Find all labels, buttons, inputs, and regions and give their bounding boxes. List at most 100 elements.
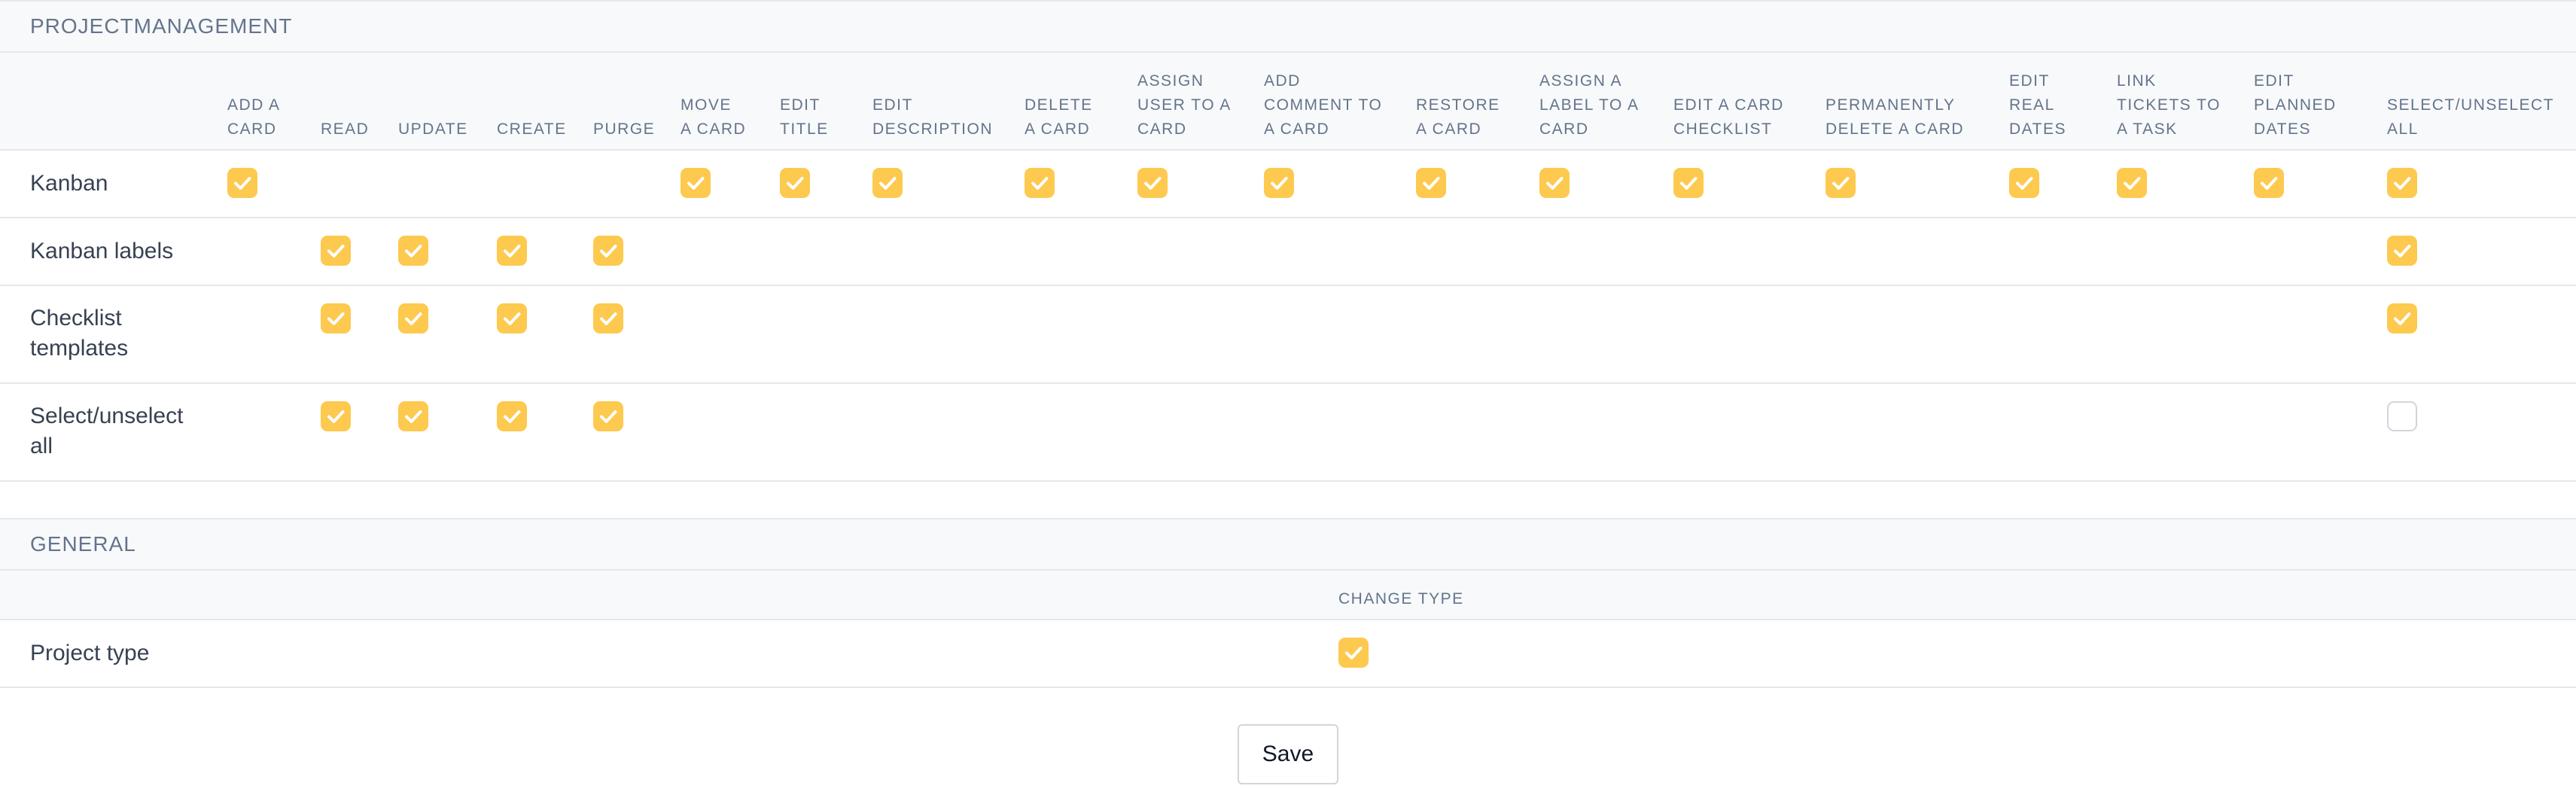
checkmark-icon: [2394, 245, 2411, 257]
checkbox-checked[interactable]: [1137, 168, 1168, 198]
checkbox-checked[interactable]: [227, 168, 257, 198]
checkbox-checked[interactable]: [1338, 638, 1369, 668]
column-header-line: DELETE A CARD: [1825, 120, 1965, 138]
checkmark-icon: [1423, 177, 1440, 190]
column-header-edit-title: EDIT TITLE: [780, 93, 829, 142]
checkmark-icon: [2261, 177, 2278, 190]
checkbox-checked[interactable]: [321, 236, 351, 266]
column-header-add-a-card: ADD A CARD: [227, 93, 281, 142]
column-header-line: EDIT: [2009, 72, 2050, 90]
column-header-line: A CARD: [1416, 120, 1482, 138]
checkbox-checked[interactable]: [2009, 168, 2039, 198]
checkmark-icon: [327, 245, 345, 257]
checkmark-icon: [1680, 177, 1698, 190]
checkbox-checked[interactable]: [1539, 168, 1570, 198]
checkbox-checked[interactable]: [398, 401, 428, 431]
column-header-edit-a-card-checklist: EDIT A CARD CHECKLIST: [1673, 93, 1784, 142]
checkbox-checked[interactable]: [872, 168, 903, 198]
checkbox-checked[interactable]: [1025, 168, 1055, 198]
checkmark-icon: [327, 312, 345, 325]
column-header-line: CARD: [1137, 120, 1187, 138]
permission-row-select-unselect-all: Select/unselect all: [0, 384, 2576, 482]
row-label-line: Project type: [30, 641, 150, 665]
column-header-add-comment-to-a-card: ADD COMMENT TO A CARD: [1264, 69, 1382, 142]
permissions-page: PROJECTMANAGEMENT ADD A CARD READ UPDATE CRE…: [0, 0, 2576, 807]
column-header-line: TICKETS TO: [2117, 96, 2221, 114]
column-header-delete-a-card: DELETE A CARD: [1025, 93, 1093, 142]
save-button[interactable]: Save: [1238, 724, 1338, 784]
checkbox-checked[interactable]: [321, 303, 351, 333]
column-header-line: PERMANENTLY: [1825, 96, 1956, 114]
checkbox-checked[interactable]: [497, 236, 527, 266]
general-header-row: CHANGE TYPE: [0, 571, 2576, 620]
column-header-line: PLANNED: [2254, 96, 2337, 114]
checkbox-checked[interactable]: [321, 401, 351, 431]
checkbox-checked[interactable]: [2387, 168, 2417, 198]
column-header-restore-a-card: RESTORE A CARD: [1416, 93, 1500, 142]
checkmark-icon: [1832, 177, 1850, 190]
checkbox-checked[interactable]: [593, 303, 623, 333]
checkmark-icon: [327, 410, 345, 423]
checkbox-checked[interactable]: [2117, 168, 2147, 198]
permission-row-kanban-labels: Kanban labels: [0, 218, 2576, 286]
checkmark-icon: [879, 177, 897, 190]
row-label-line: Kanban: [30, 171, 108, 196]
column-header-line: USER TO A: [1137, 96, 1232, 114]
checkbox-checked[interactable]: [1416, 168, 1446, 198]
column-header-purge: PURGE: [593, 117, 655, 142]
column-header-select-unselect-all: SELECT/UNSELECT ALL: [2387, 93, 2554, 142]
checkmark-icon: [1144, 177, 1162, 190]
checkmark-icon: [234, 177, 251, 190]
row-label-line: Select/unselect: [30, 404, 184, 428]
column-header-line: READ: [321, 120, 370, 138]
checkmark-icon: [1271, 177, 1288, 190]
checkbox-checked[interactable]: [497, 401, 527, 431]
checkbox-checked[interactable]: [2387, 236, 2417, 266]
checkmark-icon: [504, 245, 521, 257]
column-header-line: RESTORE: [1416, 96, 1500, 114]
checkmark-icon: [2016, 177, 2033, 190]
row-label-line: Checklist: [30, 306, 122, 330]
checkmark-icon: [2394, 312, 2411, 325]
checkmark-icon: [1546, 177, 1564, 190]
checkbox-checked[interactable]: [681, 168, 711, 198]
section-title-projectmanagement: PROJECTMANAGEMENT: [0, 0, 2576, 53]
checkbox-checked[interactable]: [593, 401, 623, 431]
column-header-line: A TASK: [2117, 120, 2178, 138]
permission-row-project-type: Project type: [0, 620, 2576, 688]
column-header-permanently-delete-a-card: PERMANENTLY DELETE A CARD: [1825, 93, 1964, 142]
checkbox-checked[interactable]: [1673, 168, 1704, 198]
checkbox-checked[interactable]: [398, 303, 428, 333]
checkmark-icon: [687, 177, 705, 190]
checkbox-checked[interactable]: [2387, 303, 2417, 333]
checkmark-icon: [2124, 177, 2141, 190]
column-header-assign-user-to-a-card: ASSIGN USER TO A CARD: [1137, 69, 1232, 142]
column-header-move-a-card: MOVE A CARD: [681, 93, 746, 142]
column-header-line: ADD: [1264, 72, 1301, 90]
checkbox-checked[interactable]: [593, 236, 623, 266]
column-header-line: ASSIGN A: [1539, 72, 1623, 90]
checkmark-icon: [1345, 647, 1363, 659]
row-label: Project type: [30, 638, 149, 668]
checkbox-checked[interactable]: [497, 303, 527, 333]
checkmark-icon: [405, 245, 422, 257]
checkbox-checked[interactable]: [780, 168, 810, 198]
column-header-line: LABEL TO A: [1539, 96, 1640, 114]
checkbox-checked[interactable]: [398, 236, 428, 266]
column-header-line: DATES: [2254, 120, 2311, 138]
column-header-assign-a-label-to-a-card: ASSIGN A LABEL TO A CARD: [1539, 69, 1640, 142]
column-header-create: CREATE: [497, 117, 567, 142]
column-header-line: CARD: [1539, 120, 1589, 138]
section-title-general: GENERAL: [0, 518, 2576, 571]
column-header-line: EDIT A CARD: [1673, 96, 1784, 114]
section-title-text: PROJECTMANAGEMENT: [30, 14, 293, 38]
checkbox-unchecked[interactable]: [2387, 401, 2417, 431]
permission-row-checklist-templates: Checklist templates: [0, 286, 2576, 384]
checkbox-checked[interactable]: [1264, 168, 1294, 198]
row-label: Select/unselect all: [30, 401, 183, 461]
column-header-line: EDIT: [872, 96, 913, 114]
column-header-line: UPDATE: [398, 120, 468, 138]
checkbox-checked[interactable]: [1825, 168, 1856, 198]
checkbox-checked[interactable]: [2254, 168, 2284, 198]
column-header-line: SELECT/UNSELECT: [2387, 96, 2555, 114]
